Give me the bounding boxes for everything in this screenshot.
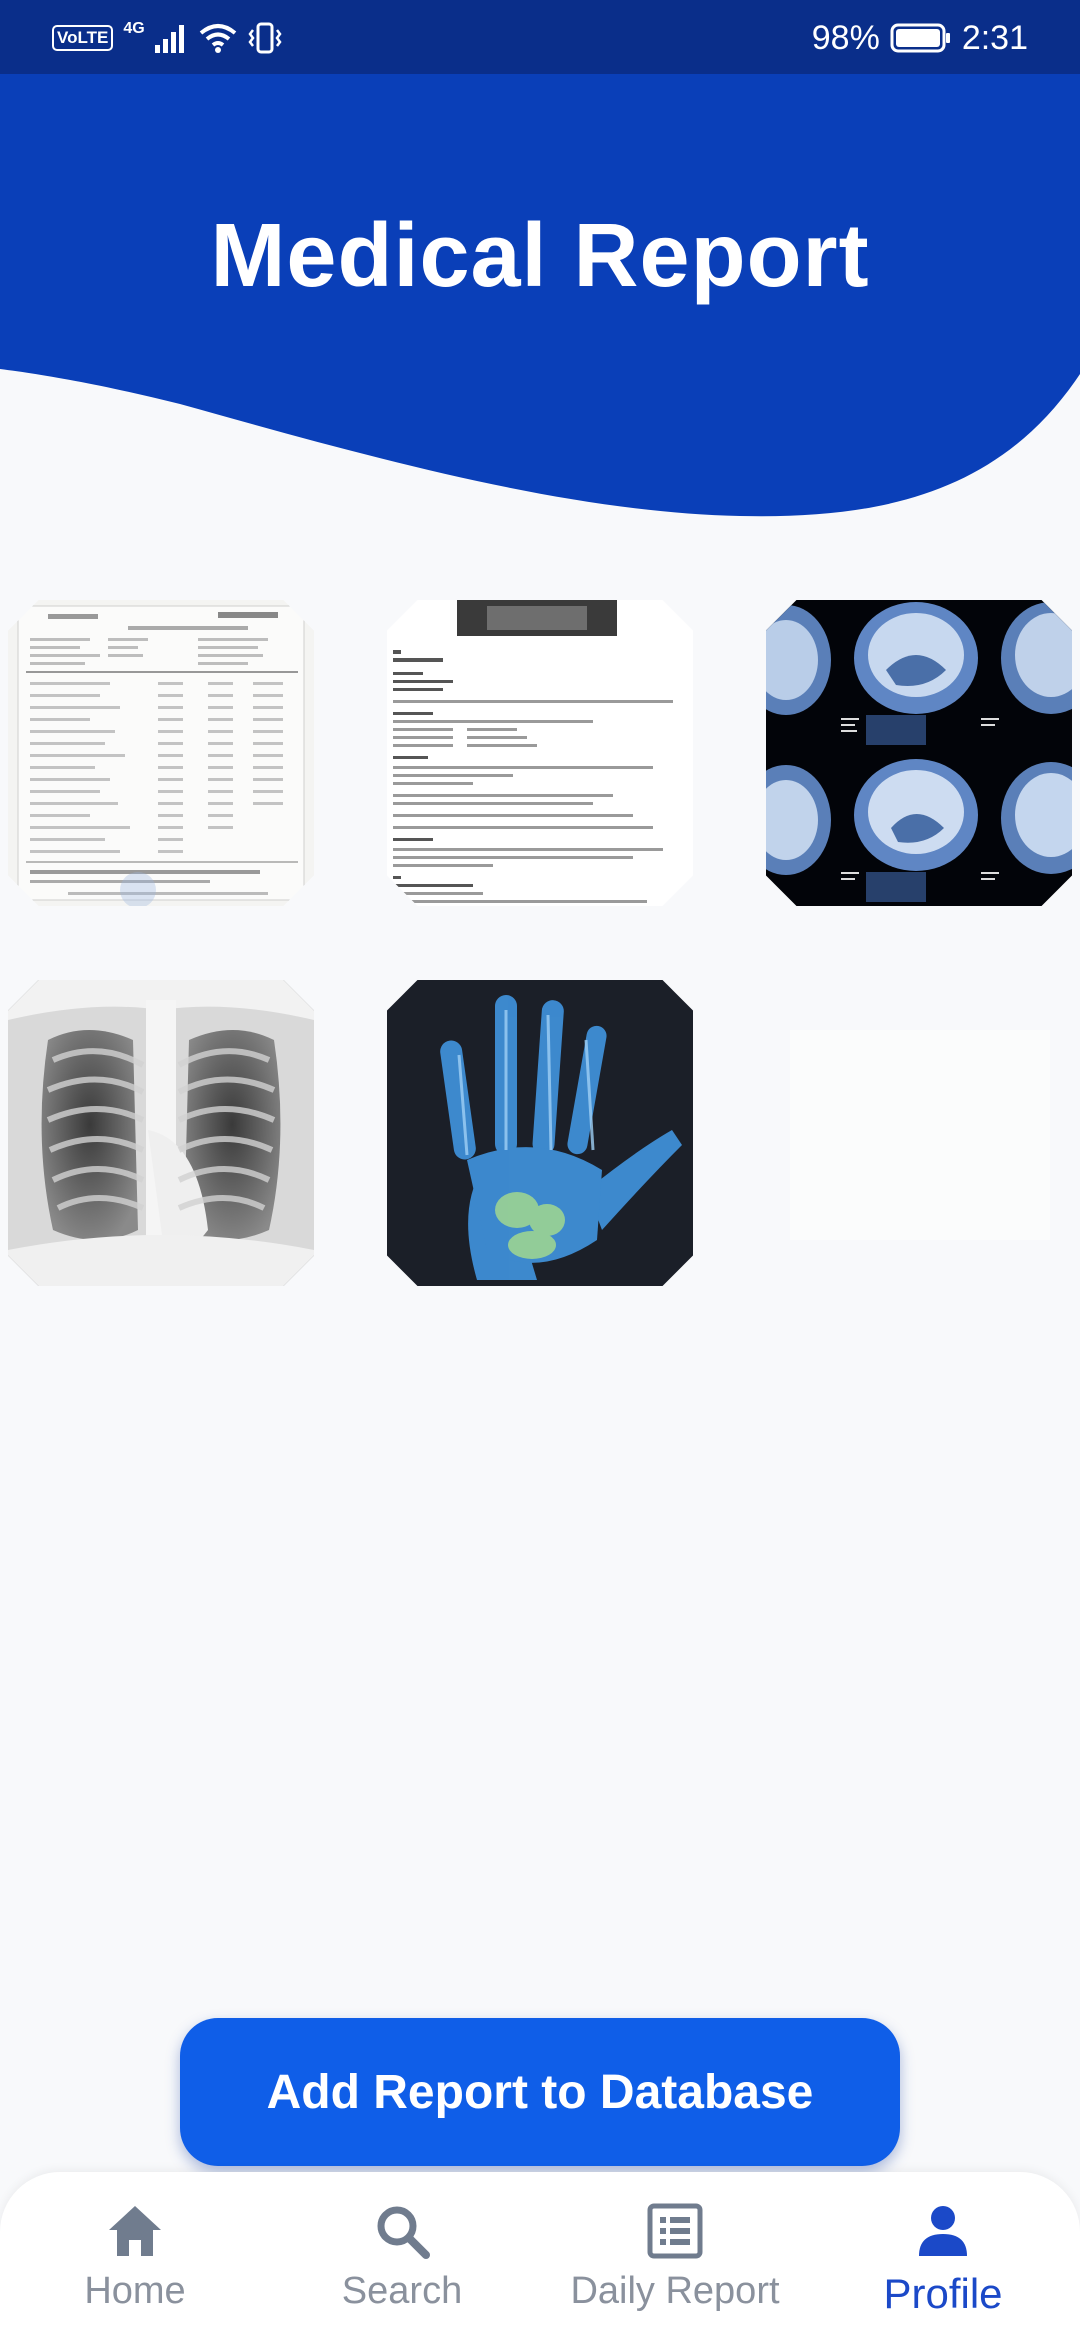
nav-daily-report-label: Daily Report [570, 2270, 780, 2312]
nav-home-label: Home [84, 2270, 186, 2312]
vibrate-icon [248, 22, 282, 54]
volte-badge: VoLTE [52, 25, 114, 51]
nav-profile-label: Profile [883, 2270, 1003, 2317]
report-thumbnail-hand-xray[interactable] [387, 980, 693, 1286]
nav-home[interactable]: Home [5, 2200, 265, 2313]
hand-xray-image [387, 980, 693, 1286]
report-thumbnail-chest-xray[interactable] [8, 980, 314, 1286]
status-bar: VoLTE 4G 98% 2:31 [0, 0, 1080, 74]
nav-profile[interactable]: Profile [813, 2200, 1073, 2318]
empty-placeholder [790, 1030, 1050, 1240]
bottom-navigation: Home Search Daily Report Profile [0, 2172, 1080, 2340]
lab-document-image [8, 600, 314, 906]
text-document-image [387, 600, 693, 906]
report-thumbnail-text-document[interactable] [387, 600, 693, 906]
search-icon [377, 2206, 430, 2259]
report-thumbnail-lab-document[interactable] [8, 600, 314, 906]
nav-search[interactable]: Search [272, 2200, 532, 2313]
network-type: 4G [123, 20, 145, 37]
clock: 2:31 [961, 18, 1028, 57]
signal-icon [154, 25, 184, 53]
brain-mri-image [766, 600, 1072, 906]
add-report-button[interactable]: Add Report to Database [180, 2018, 900, 2166]
person-icon [919, 2206, 967, 2256]
home-icon [109, 2206, 161, 2256]
nav-search-label: Search [341, 2270, 463, 2312]
chest-xray-image [8, 980, 314, 1286]
page-title: Medical Report [210, 206, 870, 306]
battery-icon [890, 23, 950, 53]
report-thumbnail-brain-mri[interactable] [766, 600, 1072, 906]
list-icon [647, 2203, 703, 2259]
nav-daily-report[interactable]: Daily Report [545, 2200, 805, 2313]
wifi-icon [199, 24, 236, 53]
battery-percent: 98% [811, 18, 880, 57]
